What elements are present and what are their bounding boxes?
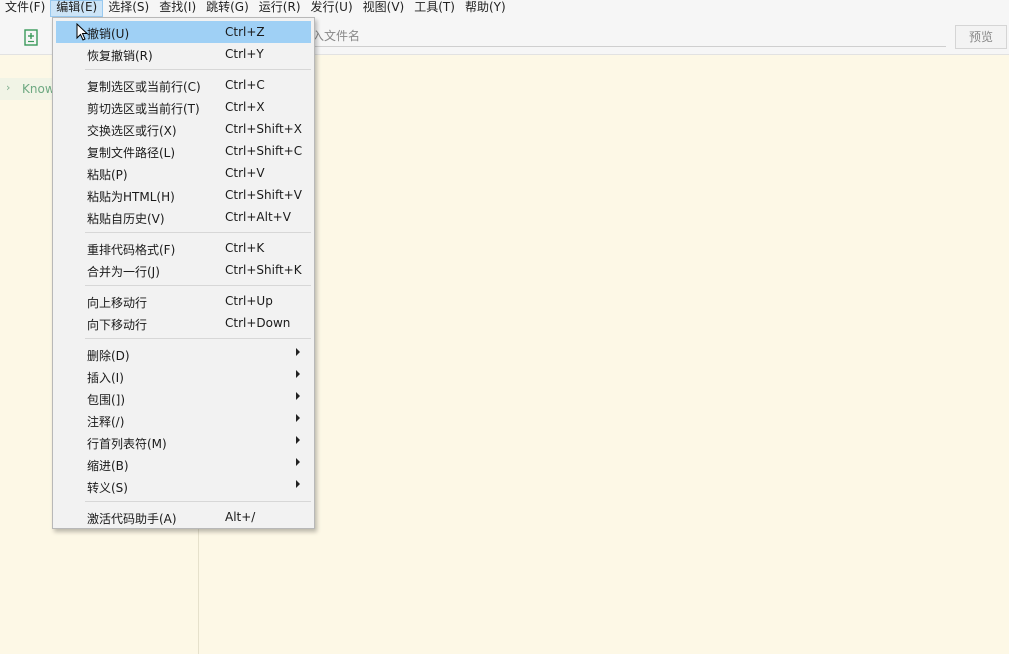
menu-item-shortcut: Ctrl+V <box>225 166 265 180</box>
menu-item-format-code[interactable]: 重排代码格式(F) Ctrl+K <box>56 237 311 259</box>
menu-bar: 文件(F) 编辑(E) 选择(S) 查找(I) 跳转(G) 运行(R) 发行(U… <box>0 0 1009 17</box>
menu-publish[interactable]: 发行(U) <box>306 0 358 17</box>
menu-item-label: 粘贴自历史(V) <box>87 212 165 226</box>
menu-item-label: 注释(/) <box>87 415 125 429</box>
menu-item-copy-path[interactable]: 复制文件路径(L) Ctrl+Shift+C <box>56 140 311 162</box>
submenu-arrow-icon <box>296 480 300 488</box>
menu-item-label: 粘贴为HTML(H) <box>87 190 175 204</box>
menu-item-insert[interactable]: 插入(I) <box>56 365 311 387</box>
menu-item-indent[interactable]: 缩进(B) <box>56 453 311 475</box>
menu-item-shortcut: Ctrl+Shift+X <box>225 122 302 136</box>
menu-separator <box>85 69 311 70</box>
menu-item-shortcut: Ctrl+K <box>225 241 265 255</box>
menu-item-shortcut: Ctrl+Down <box>225 316 291 330</box>
menu-run[interactable]: 运行(R) <box>254 0 306 17</box>
menu-item-label: 向下移动行 <box>87 318 148 332</box>
filename-input[interactable] <box>300 25 946 47</box>
menu-item-shortcut: Ctrl+Shift+V <box>225 188 302 202</box>
menu-item-delete[interactable]: 删除(D) <box>56 343 311 365</box>
preview-button[interactable]: 预览 <box>955 25 1007 49</box>
menu-separator <box>85 501 311 502</box>
chevron-right-icon[interactable]: › <box>6 81 10 94</box>
menu-item-shortcut: Ctrl+Up <box>225 294 273 308</box>
menu-item-shortcut: Ctrl+C <box>225 78 265 92</box>
new-file-button[interactable] <box>20 26 42 48</box>
menu-find[interactable]: 查找(I) <box>154 0 201 17</box>
menu-item-label: 粘贴(P) <box>87 168 128 182</box>
mouse-cursor-icon <box>76 23 88 41</box>
new-file-icon <box>24 29 38 46</box>
menu-item-label: 复制选区或当前行(C) <box>87 80 201 94</box>
menu-item-label: 交换选区或行(X) <box>87 124 177 138</box>
menu-item-cut[interactable]: 剪切选区或当前行(T) Ctrl+X <box>56 96 311 118</box>
menu-item-shortcut: Ctrl+Shift+K <box>225 263 302 277</box>
submenu-arrow-icon <box>296 414 300 422</box>
menu-item-copy[interactable]: 复制选区或当前行(C) Ctrl+C <box>56 74 311 96</box>
submenu-arrow-icon <box>296 458 300 466</box>
menu-item-paste-history[interactable]: 粘贴自历史(V) Ctrl+Alt+V <box>56 206 311 228</box>
editor-area[interactable] <box>200 56 1009 654</box>
menu-item-label: 缩进(B) <box>87 459 129 473</box>
menu-item-label: 插入(I) <box>87 371 124 385</box>
menu-item-label: 向上移动行 <box>87 296 148 310</box>
menu-item-label: 剪切选区或当前行(T) <box>87 102 200 116</box>
menu-item-escape[interactable]: 转义(S) <box>56 475 311 497</box>
menu-item-move-line-down[interactable]: 向下移动行 Ctrl+Down <box>56 312 311 334</box>
menu-edit[interactable]: 编辑(E) <box>50 0 104 17</box>
menu-item-code-assistant[interactable]: 激活代码助手(A) Alt+/ <box>56 506 311 528</box>
menu-item-label: 激活代码助手(A) <box>87 512 177 526</box>
menu-help[interactable]: 帮助(Y) <box>460 0 511 17</box>
menu-item-label: 恢复撤销(R) <box>87 49 153 63</box>
menu-item-label: 撤销(U) <box>87 27 130 41</box>
menu-item-shortcut: Ctrl+Z <box>225 25 265 39</box>
menu-file[interactable]: 文件(F) <box>0 0 50 17</box>
menu-separator <box>85 285 311 286</box>
menu-goto[interactable]: 跳转(G) <box>201 0 254 17</box>
menu-item-redo[interactable]: 恢复撤销(R) Ctrl+Y <box>56 43 311 65</box>
menu-item-shortcut: Ctrl+Shift+C <box>225 144 303 158</box>
menu-item-label: 转义(S) <box>87 481 128 495</box>
menu-item-shortcut: Alt+/ <box>225 510 256 524</box>
menu-item-join-lines[interactable]: 合并为一行(J) Ctrl+Shift+K <box>56 259 311 281</box>
menu-item-label: 行首列表符(M) <box>87 437 167 451</box>
menu-item-label: 复制文件路径(L) <box>87 146 176 160</box>
menu-view[interactable]: 视图(V) <box>358 0 410 17</box>
edit-menu-dropdown: 撤销(U) Ctrl+Z 恢复撤销(R) Ctrl+Y 复制选区或当前行(C) … <box>52 17 315 529</box>
submenu-arrow-icon <box>296 370 300 378</box>
menu-item-label: 重排代码格式(F) <box>87 243 176 257</box>
menu-separator <box>85 338 311 339</box>
menu-item-label: 包围(]) <box>87 393 126 407</box>
submenu-arrow-icon <box>296 392 300 400</box>
menu-item-label: 合并为一行(J) <box>87 265 160 279</box>
menu-item-paste[interactable]: 粘贴(P) Ctrl+V <box>56 162 311 184</box>
menu-item-label: 删除(D) <box>87 349 130 363</box>
menu-separator <box>85 232 311 233</box>
menu-select[interactable]: 选择(S) <box>103 0 154 17</box>
submenu-arrow-icon <box>296 436 300 444</box>
menu-item-shortcut: Ctrl+Alt+V <box>225 210 291 224</box>
submenu-arrow-icon <box>296 348 300 356</box>
menu-item-surround[interactable]: 包围(]) <box>56 387 311 409</box>
menu-item-swap[interactable]: 交换选区或行(X) Ctrl+Shift+X <box>56 118 311 140</box>
menu-item-move-line-up[interactable]: 向上移动行 Ctrl+Up <box>56 290 311 312</box>
menu-item-shortcut: Ctrl+Y <box>225 47 264 61</box>
project-label: Know <box>22 82 55 96</box>
menu-item-comment[interactable]: 注释(/) <box>56 409 311 431</box>
menu-item-list-marker[interactable]: 行首列表符(M) <box>56 431 311 453</box>
menu-tools[interactable]: 工具(T) <box>409 0 460 17</box>
menu-item-undo[interactable]: 撤销(U) Ctrl+Z <box>56 21 311 43</box>
menu-item-shortcut: Ctrl+X <box>225 100 265 114</box>
menu-item-paste-html[interactable]: 粘贴为HTML(H) Ctrl+Shift+V <box>56 184 311 206</box>
